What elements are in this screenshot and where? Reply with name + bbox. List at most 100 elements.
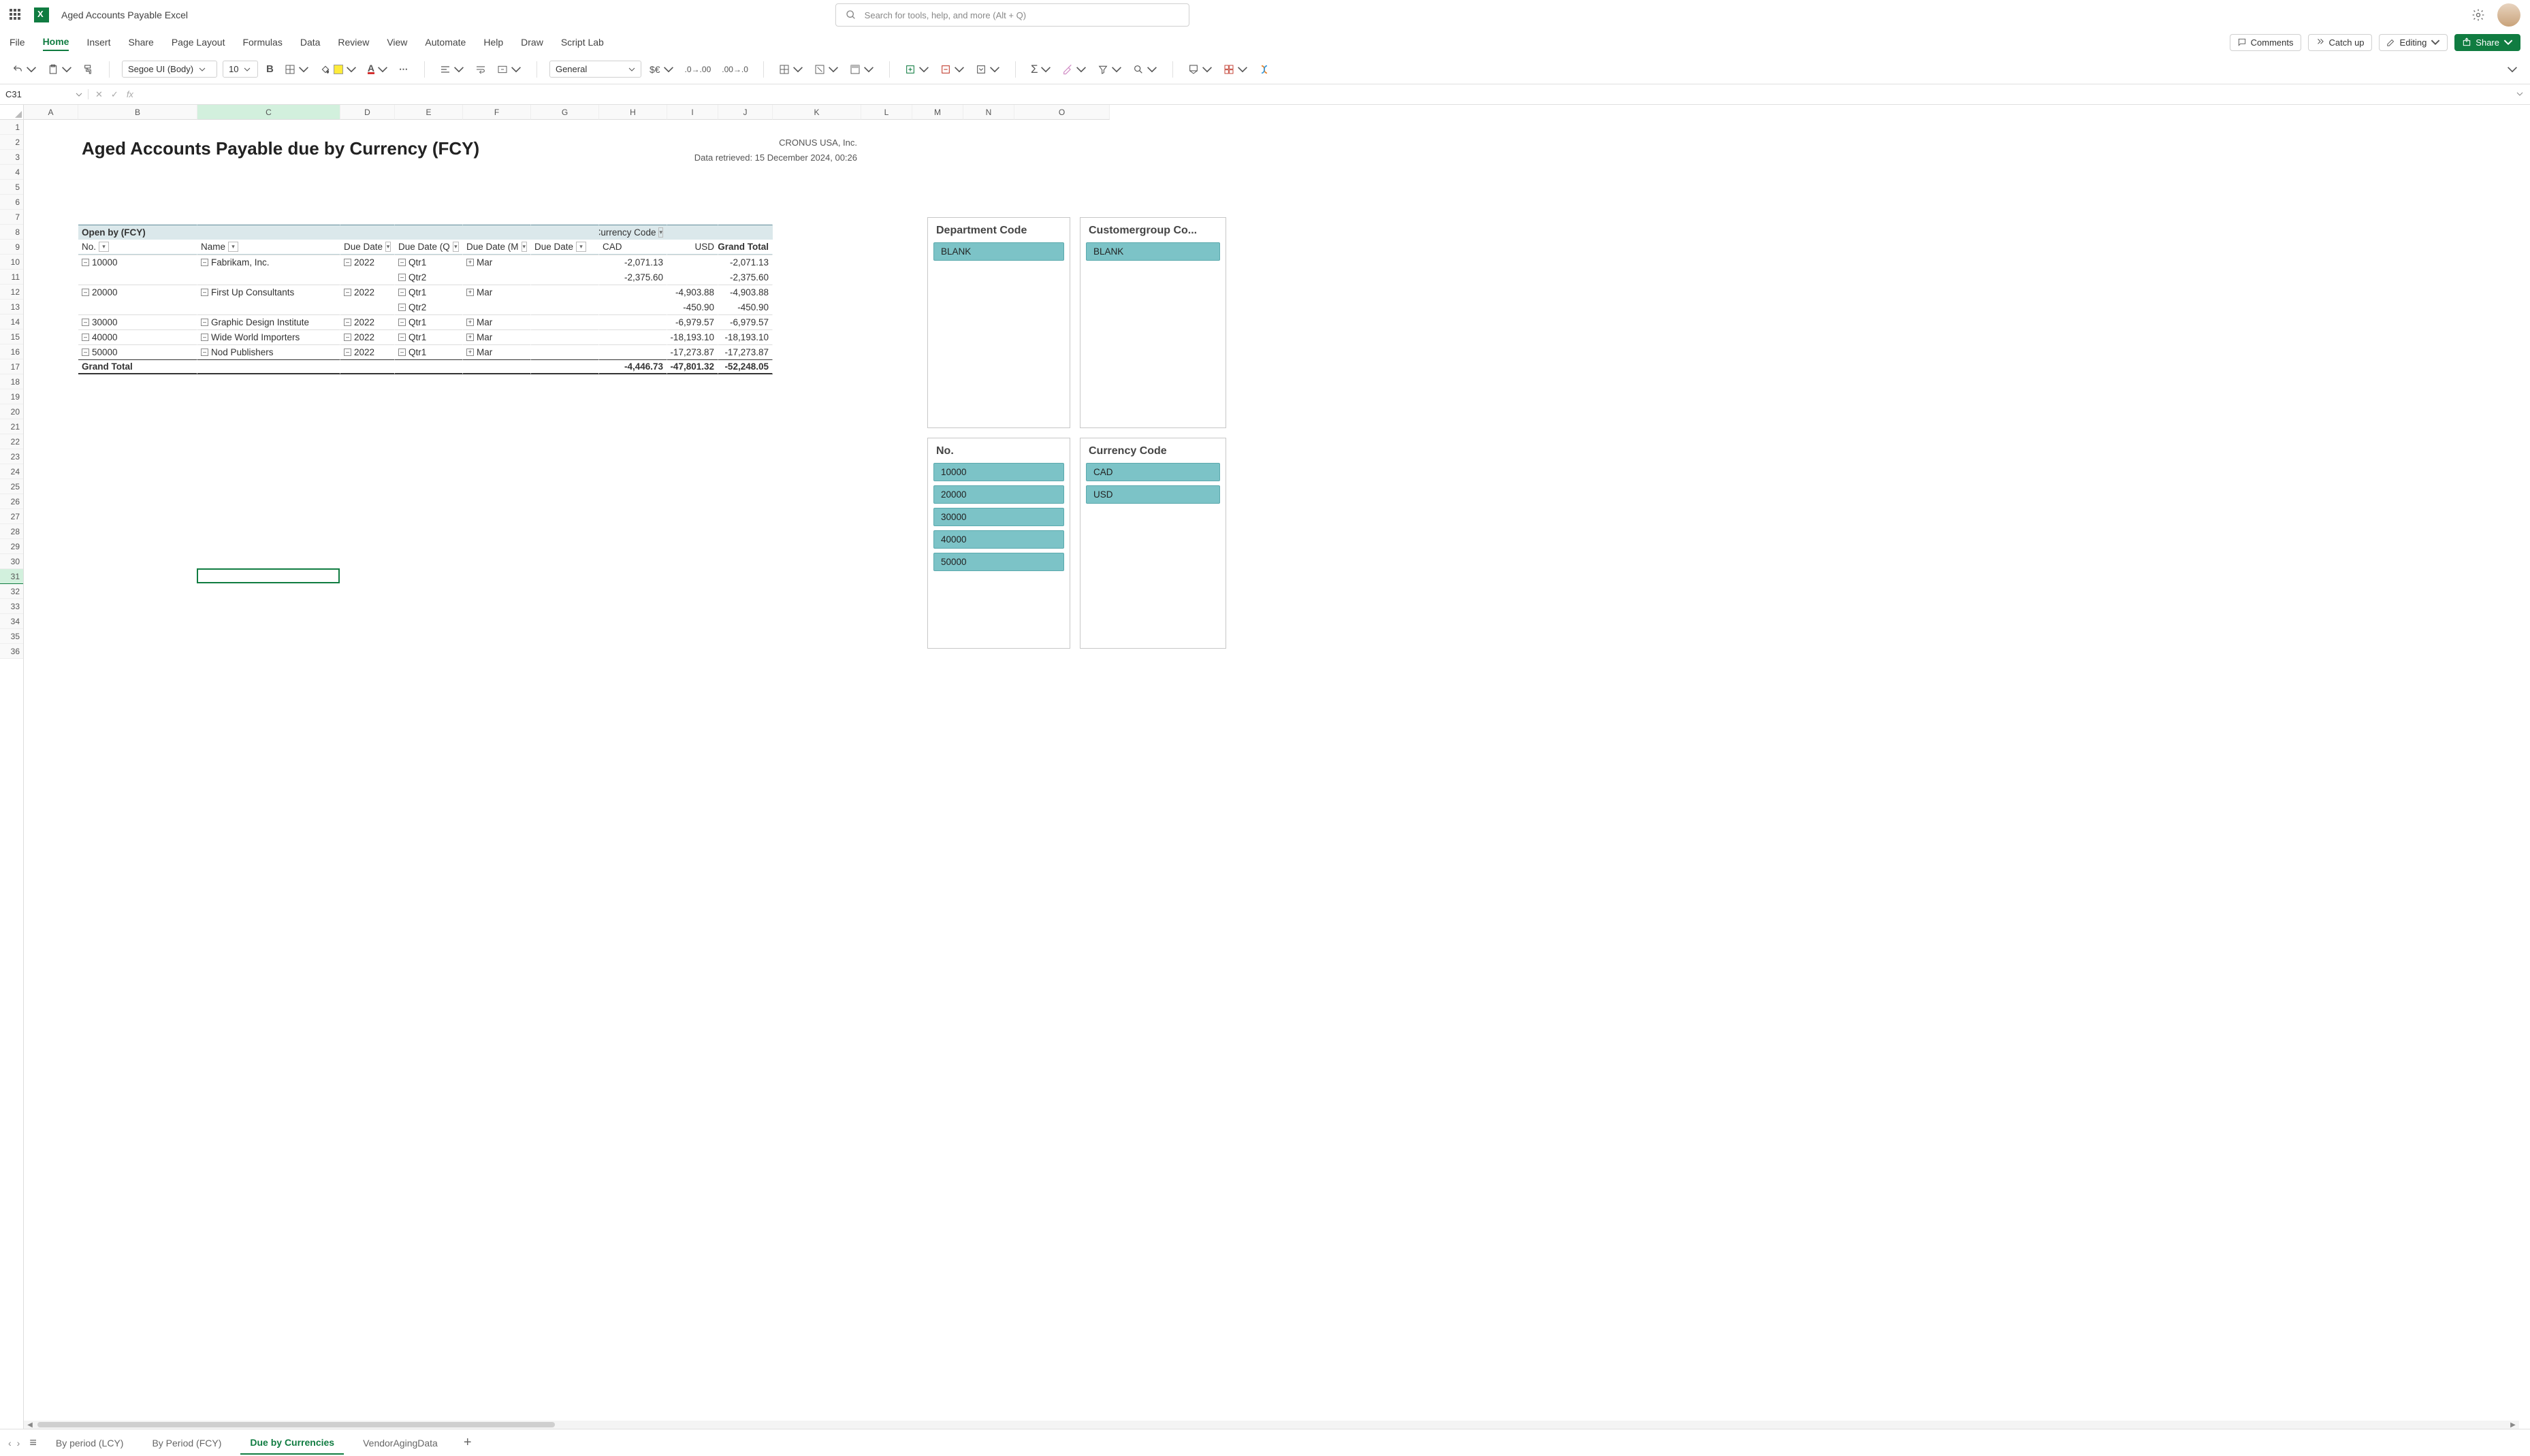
cell[interactable] (340, 464, 395, 479)
cell[interactable] (197, 524, 340, 539)
column-header[interactable]: D (340, 105, 395, 120)
cell[interactable]: -450.90 (667, 300, 718, 314)
cell[interactable]: –Nod Publishers (197, 344, 340, 359)
cell[interactable] (531, 165, 599, 180)
slicer-department-code[interactable]: Department Code BLANK (927, 217, 1070, 428)
slicer-item[interactable]: 20000 (933, 485, 1064, 504)
cell[interactable]: –2022 (340, 255, 395, 270)
cell[interactable] (395, 479, 463, 494)
cell[interactable] (718, 569, 773, 584)
cell[interactable] (340, 359, 395, 374)
cell[interactable] (24, 195, 78, 210)
cell[interactable] (24, 314, 78, 329)
cell[interactable] (773, 539, 861, 554)
cell[interactable] (1014, 135, 1110, 150)
cell[interactable] (531, 434, 599, 449)
cell[interactable] (340, 195, 395, 210)
find-button[interactable] (1130, 63, 1160, 76)
cell[interactable] (24, 524, 78, 539)
cell[interactable] (667, 225, 718, 240)
cell[interactable] (395, 494, 463, 509)
slicer-customergroup[interactable]: Customergroup Co... BLANK (1080, 217, 1226, 428)
cell[interactable]: –20000 (78, 285, 197, 300)
cell[interactable] (667, 494, 718, 509)
cell[interactable] (599, 314, 667, 329)
cell[interactable] (773, 479, 861, 494)
cell[interactable] (395, 629, 463, 644)
row-header[interactable]: 31 (0, 569, 23, 584)
cell[interactable] (718, 120, 773, 135)
cell[interactable] (773, 344, 861, 359)
cell[interactable]: -17,273.87 (718, 344, 773, 359)
cell[interactable] (861, 314, 912, 329)
cell[interactable]: -47,801.32 (667, 359, 718, 374)
cell[interactable] (773, 374, 861, 389)
ribbon-tab-home[interactable]: Home (43, 33, 69, 51)
cell[interactable] (197, 569, 340, 584)
cell[interactable] (963, 180, 1014, 195)
cell[interactable] (531, 509, 599, 524)
cell[interactable] (531, 539, 599, 554)
cell[interactable] (861, 344, 912, 359)
cell[interactable] (718, 389, 773, 404)
cell[interactable] (861, 195, 912, 210)
cell[interactable] (463, 629, 531, 644)
cell[interactable] (531, 225, 599, 240)
cell[interactable] (463, 464, 531, 479)
cell[interactable] (599, 195, 667, 210)
row-header[interactable]: 4 (0, 165, 23, 180)
cell[interactable] (197, 359, 340, 374)
ribbon-tab-data[interactable]: Data (300, 34, 321, 50)
cell[interactable] (667, 629, 718, 644)
user-avatar[interactable] (2497, 3, 2520, 27)
cell[interactable] (718, 539, 773, 554)
cell[interactable] (773, 270, 861, 285)
scroll-left-button[interactable]: ◀ (25, 1421, 35, 1429)
cell[interactable] (773, 165, 861, 180)
cell[interactable] (24, 225, 78, 240)
cell[interactable]: -6,979.57 (667, 314, 718, 329)
column-header[interactable]: B (78, 105, 197, 120)
cell[interactable] (599, 644, 667, 659)
cell[interactable] (24, 509, 78, 524)
cell[interactable] (599, 494, 667, 509)
cell[interactable] (773, 225, 861, 240)
row-header[interactable]: 30 (0, 554, 23, 569)
cell[interactable] (667, 195, 718, 210)
cell[interactable] (861, 479, 912, 494)
cell[interactable] (197, 539, 340, 554)
cell[interactable] (667, 135, 718, 150)
row-header[interactable]: 12 (0, 285, 23, 300)
cell[interactable] (773, 195, 861, 210)
cell[interactable] (395, 434, 463, 449)
cell[interactable] (599, 599, 667, 614)
addins-button[interactable] (1221, 63, 1251, 76)
column-header[interactable]: E (395, 105, 463, 120)
cell[interactable] (395, 584, 463, 599)
cell[interactable]: Name▾ (197, 240, 340, 255)
cell[interactable] (197, 180, 340, 195)
cell[interactable] (773, 524, 861, 539)
cell[interactable] (963, 120, 1014, 135)
cell[interactable] (395, 210, 463, 225)
cell[interactable] (78, 509, 197, 524)
cell[interactable] (718, 584, 773, 599)
cell[interactable] (773, 240, 861, 255)
cell[interactable] (340, 449, 395, 464)
cell[interactable] (340, 374, 395, 389)
cell[interactable] (78, 210, 197, 225)
cell[interactable]: –10000 (78, 255, 197, 270)
cell[interactable] (912, 135, 963, 150)
cell[interactable] (531, 300, 599, 314)
cell[interactable]: No.▾ (78, 240, 197, 255)
cell[interactable] (395, 165, 463, 180)
cell[interactable] (395, 225, 463, 240)
row-header[interactable]: 18 (0, 374, 23, 389)
cell[interactable] (912, 165, 963, 180)
more-font-button[interactable]: ⋯ (396, 63, 412, 76)
cell[interactable] (197, 434, 340, 449)
cell[interactable] (197, 419, 340, 434)
cell[interactable] (861, 285, 912, 300)
cell[interactable] (340, 180, 395, 195)
cell[interactable] (531, 374, 599, 389)
